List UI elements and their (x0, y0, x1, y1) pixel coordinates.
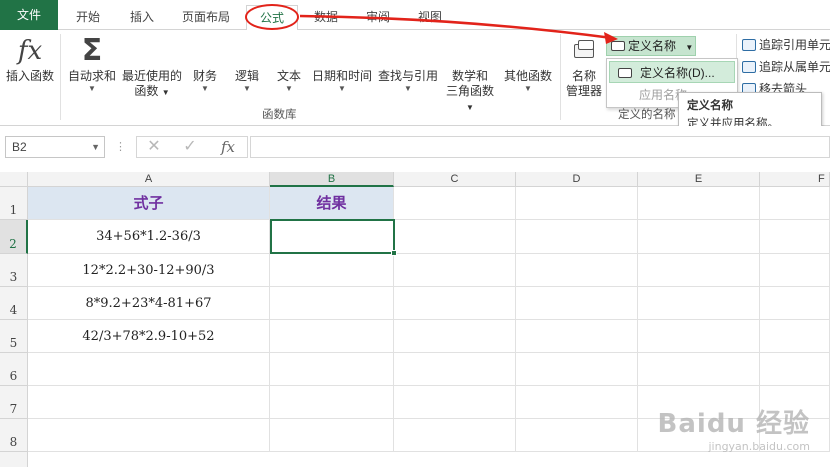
watermark: Baidu 经验 jingyan.baidu.com (658, 403, 810, 453)
watermark-logo-text: Baidu 经验 (657, 409, 810, 439)
watermark-url: jingyan.baidu.com (708, 440, 810, 453)
arrow-line (299, 14, 613, 40)
arrow-head (604, 32, 618, 44)
annotation-arrow (299, 14, 618, 44)
